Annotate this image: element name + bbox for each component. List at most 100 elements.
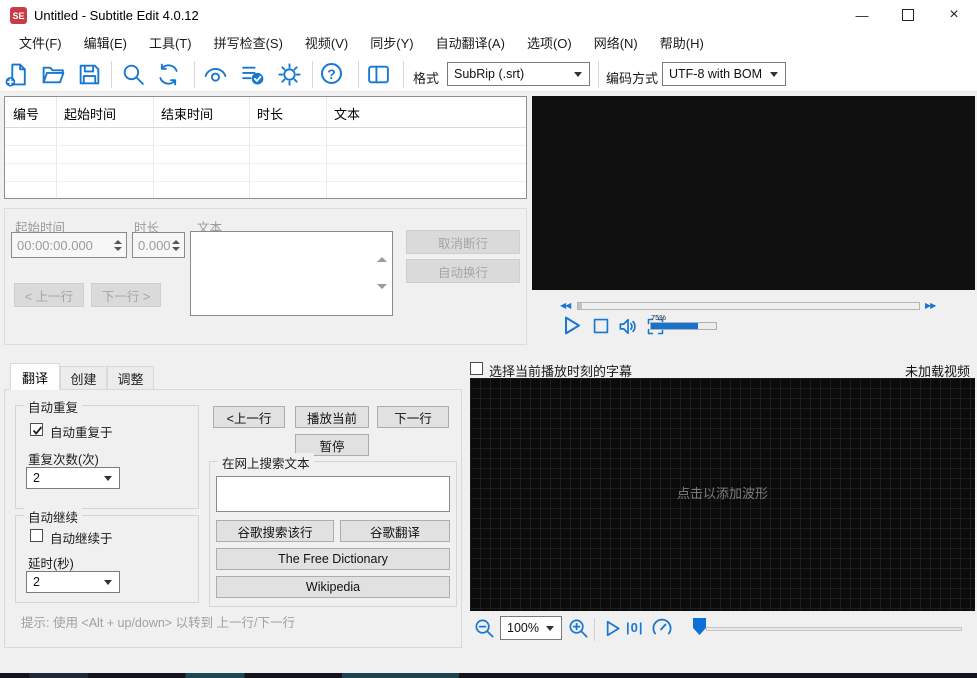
seek-position[interactable]: [578, 303, 582, 309]
tab-create[interactable]: 创建: [60, 366, 107, 389]
play-from-start-button[interactable]: |0|: [626, 620, 644, 635]
scroll-down-icon[interactable]: [377, 284, 387, 307]
free-dictionary-button[interactable]: The Free Dictionary: [216, 548, 450, 570]
titlebar[interactable]: SE Untitled - Subtitle Edit 4.0.12 — ×: [0, 0, 977, 30]
video-play-button[interactable]: [557, 312, 584, 339]
menu-tools[interactable]: 工具(T): [138, 30, 203, 57]
auto-repeat-checkbox-label[interactable]: 自动重复于: [50, 422, 113, 441]
translate-next-line-button[interactable]: 下一行: [377, 406, 449, 428]
encoding-select[interactable]: UTF-8 with BOM: [662, 62, 786, 86]
replace-button[interactable]: [156, 62, 181, 87]
subtitle-text-area[interactable]: [190, 231, 393, 316]
save-icon: [79, 64, 100, 85]
layout-button[interactable]: [366, 62, 391, 87]
volume-percent-label: 75%: [651, 313, 667, 322]
zoom-out-icon: [475, 619, 494, 638]
unbreak-button[interactable]: 取消断行: [406, 230, 520, 254]
search-icon: [123, 64, 144, 85]
close-button[interactable]: ×: [931, 0, 977, 30]
video-display[interactable]: [532, 96, 975, 290]
play-current-button[interactable]: 播放当前: [295, 406, 369, 428]
column-duration[interactable]: 时长: [249, 97, 326, 127]
waveform-area[interactable]: 点击以添加波形: [470, 378, 975, 611]
window-title: Untitled - Subtitle Edit 4.0.12: [34, 8, 199, 23]
format-select[interactable]: SubRip (.srt): [447, 62, 590, 86]
menu-edit[interactable]: 编辑(E): [73, 30, 138, 57]
waveform-zoom-out-button[interactable]: [473, 617, 496, 640]
visual-sync-button[interactable]: [203, 62, 228, 87]
waveform-zoom-in-button[interactable]: [567, 617, 590, 640]
web-search-input[interactable]: [216, 476, 450, 512]
delay-select[interactable]: 2: [26, 571, 120, 593]
play-icon: [564, 316, 580, 335]
start-time-field[interactable]: 00:00:00.000: [11, 232, 127, 258]
google-search-line-button[interactable]: 谷歌搜索该行: [216, 520, 334, 542]
menu-options[interactable]: 选项(O): [516, 30, 583, 57]
subtitle-list[interactable]: 编号 起始时间 结束时间 时长 文本: [4, 96, 527, 200]
find-button[interactable]: [121, 62, 146, 87]
maximize-button[interactable]: [885, 0, 931, 30]
spinner-arrows[interactable]: [114, 239, 122, 251]
column-start-time[interactable]: 起始时间: [56, 97, 153, 127]
table-row[interactable]: [5, 145, 526, 164]
spell-check-button[interactable]: [240, 62, 265, 87]
table-row[interactable]: [5, 163, 526, 182]
app-icon: SE: [10, 7, 27, 24]
auto-continue-checkbox-label[interactable]: 自动继续于: [50, 528, 113, 547]
delay-value: 2: [33, 575, 40, 589]
menu-autotranslate[interactable]: 自动翻译(A): [425, 30, 516, 57]
help-button[interactable]: ?: [321, 63, 342, 84]
toolbar: ? 格式 SubRip (.srt) 编码方式 UTF-8 with BOM: [0, 57, 977, 92]
seek-back-icon[interactable]: ◀◀: [560, 301, 571, 310]
seek-forward-icon[interactable]: ▶▶: [925, 301, 936, 310]
next-line-button[interactable]: 下一行 >: [91, 283, 161, 307]
web-search-group-title: 在网上搜索文本: [218, 453, 314, 472]
playback-speed-button[interactable]: [650, 616, 674, 640]
mute-button[interactable]: [617, 315, 640, 338]
column-number[interactable]: 编号: [5, 97, 56, 127]
stop-icon: [593, 318, 609, 334]
minimize-button[interactable]: —: [839, 0, 885, 30]
auto-repeat-group: 自动重复 自动重复于 重复次数(次) 2: [15, 397, 199, 509]
new-subtitle-button[interactable]: [5, 62, 30, 87]
translate-prev-line-button[interactable]: <上一行: [213, 406, 285, 428]
speed-gauge-icon: [652, 618, 672, 635]
menu-spellcheck[interactable]: 拼写检查(S): [203, 30, 294, 57]
menu-network[interactable]: 网络(N): [583, 30, 649, 57]
scroll-up-icon[interactable]: [377, 240, 387, 262]
format-value: SubRip (.srt): [454, 67, 525, 81]
table-row[interactable]: [5, 127, 526, 146]
video-seekbar[interactable]: [577, 302, 920, 310]
column-text[interactable]: 文本: [326, 97, 526, 127]
menu-sync[interactable]: 同步(Y): [359, 30, 424, 57]
spinner-arrows[interactable]: [172, 239, 180, 251]
auto-repeat-checkbox[interactable]: [30, 423, 43, 436]
waveform-position-slider[interactable]: [706, 627, 962, 631]
toolbar-separator: [403, 61, 404, 88]
prev-line-button[interactable]: < 上一行: [14, 283, 84, 307]
menu-file[interactable]: 文件(F): [8, 30, 73, 57]
menu-help[interactable]: 帮助(H): [649, 30, 715, 57]
table-row[interactable]: [5, 181, 526, 200]
web-search-group: 在网上搜索文本 谷歌搜索该行 谷歌翻译 The Free Dictionary …: [209, 453, 457, 607]
select-current-subtitle-checkbox[interactable]: [470, 362, 483, 375]
save-button[interactable]: [77, 62, 102, 87]
duration-field[interactable]: 0.000: [132, 232, 185, 258]
repeat-count-select[interactable]: 2: [26, 467, 120, 489]
auto-break-button[interactable]: 自动换行: [406, 259, 520, 283]
settings-button[interactable]: [277, 62, 302, 87]
waveform-play-button[interactable]: [600, 617, 623, 640]
open-file-button[interactable]: [41, 62, 66, 87]
tab-translate[interactable]: 翻译: [10, 363, 60, 390]
auto-continue-checkbox[interactable]: [30, 529, 43, 542]
menu-video[interactable]: 视频(V): [294, 30, 359, 57]
waveform-placeholder: 点击以添加波形: [676, 486, 768, 501]
wikipedia-button[interactable]: Wikipedia: [216, 576, 450, 598]
column-end-time[interactable]: 结束时间: [153, 97, 249, 127]
volume-slider[interactable]: [650, 322, 717, 330]
google-translate-button[interactable]: 谷歌翻译: [340, 520, 450, 542]
waveform-zoom-select[interactable]: 100%: [500, 616, 562, 640]
video-stop-button[interactable]: [590, 315, 612, 337]
slider-thumb[interactable]: [693, 618, 706, 635]
tab-adjust[interactable]: 调整: [107, 366, 154, 389]
